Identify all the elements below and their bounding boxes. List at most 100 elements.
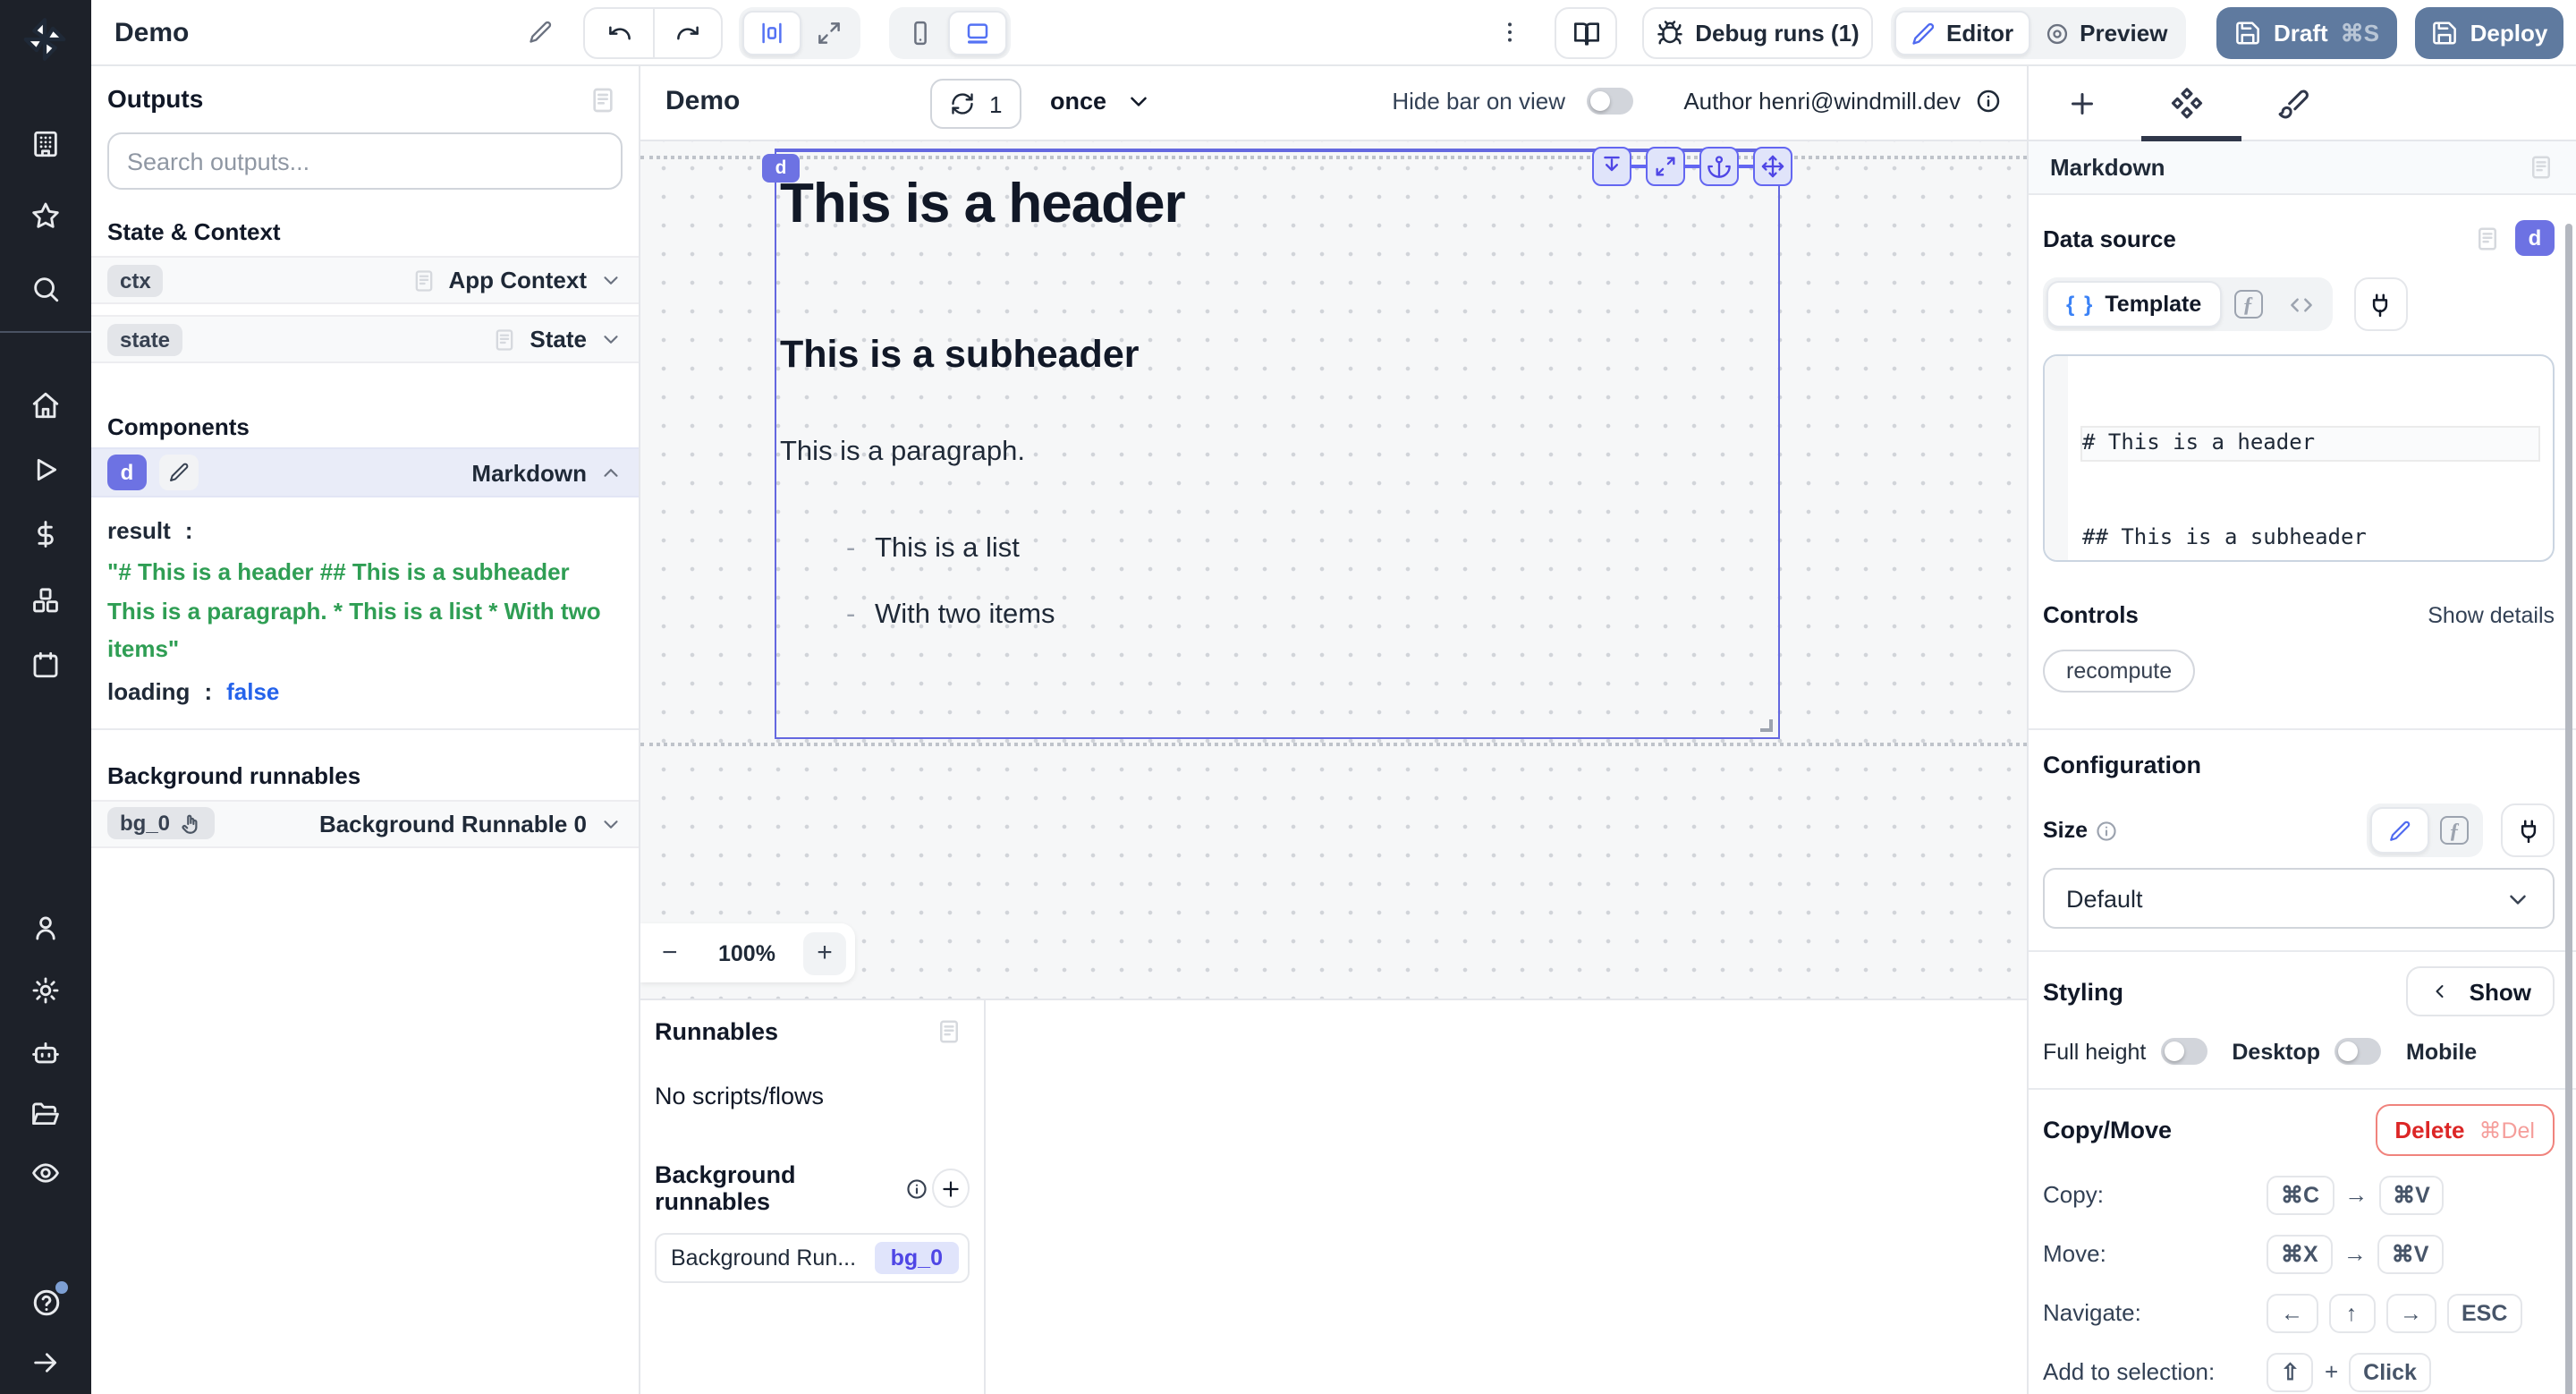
markdown-render: This is a header This is a subheader Thi…	[776, 152, 1778, 648]
fx-mode-button[interactable]: ƒ	[2429, 816, 2479, 845]
markdown-paragraph: This is a paragraph.	[780, 437, 1778, 469]
chevron-up-icon[interactable]	[599, 461, 623, 484]
components-settings-tab[interactable]	[2134, 66, 2240, 140]
search-icon[interactable]	[30, 274, 61, 304]
smartphone-icon[interactable]	[893, 11, 948, 55]
schedule-dropdown[interactable]: once	[1050, 88, 1151, 115]
dollar-icon[interactable]	[30, 519, 61, 549]
debug-runs-label: Debug runs (1)	[1695, 20, 1859, 47]
kebab-menu-icon[interactable]	[1496, 14, 1524, 50]
component-row-markdown[interactable]: d Markdown	[91, 447, 639, 497]
loading-key[interactable]: loading	[107, 677, 190, 704]
bg-runnables-heading: Background runnables	[655, 1161, 899, 1215]
component-id-badge: d	[107, 455, 147, 490]
component-type-bar: Markdown	[2029, 141, 2576, 195]
code-mode-button[interactable]	[2275, 291, 2328, 318]
center-layout-button[interactable]	[742, 11, 801, 55]
tab-preview[interactable]: Preview	[2029, 11, 2182, 55]
play-icon[interactable]	[30, 455, 61, 485]
scrollbar-thumb[interactable]	[2565, 224, 2572, 1394]
template-code-editor[interactable]: # This is a header ## This is a subheade…	[2043, 354, 2555, 562]
background-runnable-row[interactable]: bg_0 Background Runnable 0	[91, 799, 639, 847]
styling-tab[interactable]	[2240, 66, 2345, 140]
output-row-state[interactable]: state State	[91, 315, 639, 363]
debug-runs-button[interactable]: Debug runs (1)	[1642, 7, 1873, 59]
size-label: Size	[2043, 818, 2088, 843]
fx-mode-button[interactable]: ƒ	[2221, 290, 2275, 319]
star-icon[interactable]	[30, 200, 61, 231]
connect-plug-button[interactable]	[2501, 803, 2555, 857]
search-outputs-input[interactable]	[127, 148, 603, 174]
info-icon[interactable]	[1975, 88, 2002, 115]
size-select[interactable]: Default	[2043, 868, 2555, 929]
edit-id-pencil-icon[interactable]	[159, 455, 199, 490]
result-key[interactable]: result	[107, 517, 171, 544]
desktop-icon[interactable]	[948, 11, 1007, 55]
folder-open-icon[interactable]	[30, 1099, 61, 1129]
output-row-ctx[interactable]: ctx App Context	[91, 256, 639, 304]
styling-show-button[interactable]: Show	[2407, 966, 2555, 1016]
plus-icon	[2065, 87, 2097, 119]
resize-handle[interactable]	[1760, 719, 1773, 732]
user-icon[interactable]	[30, 913, 61, 943]
recompute-button[interactable]: recompute	[2043, 650, 2195, 693]
refresh-count-button[interactable]: 1	[930, 79, 1021, 129]
state-badge: state	[107, 323, 182, 355]
markdown-component-selected[interactable]: d This is a header This is a subheader T…	[775, 149, 1780, 739]
windmill-logo[interactable]	[21, 16, 68, 63]
configuration-heading: Configuration	[2043, 752, 2555, 778]
canvas-header: Demo 1 once Hide bar on view Author henr…	[640, 66, 2027, 141]
add-component-tab[interactable]	[2029, 66, 2134, 140]
draft-button[interactable]: Draft ⌘S	[2216, 7, 2397, 59]
anchor-icon[interactable]	[1699, 147, 1739, 186]
search-outputs-field[interactable]	[107, 132, 623, 190]
full-height-toggle[interactable]	[2160, 1038, 2207, 1065]
delete-button[interactable]: Delete ⌘Del	[2375, 1104, 2555, 1156]
key: ↑	[2328, 1293, 2375, 1332]
canvas-grid[interactable]: d This is a header This is a subheader T…	[640, 141, 2027, 999]
building-icon[interactable]	[30, 129, 61, 159]
result-value[interactable]: "# This is a header ## This is a subhead…	[107, 553, 623, 668]
zoom-in-button[interactable]: +	[803, 931, 846, 974]
help-circle-icon[interactable]	[30, 1287, 63, 1319]
bg-runnable-item[interactable]: Background Run... bg_0	[655, 1233, 970, 1283]
copy-move-heading: Copy/Move	[2043, 1117, 2172, 1143]
hide-bar-toggle[interactable]	[1587, 88, 1633, 115]
desktop-toggle[interactable]	[2334, 1038, 2381, 1065]
arrow-right-icon[interactable]	[30, 1347, 61, 1378]
panel-doc-icon[interactable]	[589, 86, 617, 115]
desktop-label: Desktop	[2232, 1039, 2320, 1064]
maximize-icon[interactable]	[1646, 147, 1685, 186]
move-icon[interactable]	[1753, 147, 1792, 186]
docs-book-button[interactable]	[1555, 7, 1617, 59]
key: ⌘C	[2267, 1175, 2334, 1214]
add-runnable-button[interactable]	[933, 1169, 970, 1208]
maximize-canvas-button[interactable]	[801, 11, 857, 55]
template-mode-button[interactable]: { } Template	[2046, 281, 2221, 327]
rename-pencil-icon[interactable]	[528, 20, 553, 45]
chevron-down-icon[interactable]	[599, 812, 623, 835]
background-runnables-heading: Background runnables	[107, 761, 623, 788]
zoom-out-button[interactable]: −	[662, 938, 691, 968]
boxes-icon[interactable]	[30, 585, 61, 616]
panel-doc-icon[interactable]	[936, 1018, 962, 1045]
connect-plug-button[interactable]	[2353, 277, 2407, 331]
template-label: Template	[2105, 292, 2201, 317]
static-mode-button[interactable]	[2370, 807, 2429, 854]
home-icon[interactable]	[30, 390, 61, 421]
bot-icon[interactable]	[30, 1038, 61, 1068]
eye-icon[interactable]	[30, 1158, 61, 1188]
gear-icon[interactable]	[30, 975, 61, 1006]
redo-button[interactable]	[653, 9, 721, 57]
arrow-down-to-line-icon[interactable]	[1592, 147, 1631, 186]
panel-doc-icon[interactable]	[2528, 154, 2555, 181]
key: Click	[2349, 1352, 2431, 1391]
chevron-down-icon[interactable]	[599, 327, 623, 351]
show-details-link[interactable]: Show details	[2428, 602, 2555, 627]
chevron-down-icon[interactable]	[599, 268, 623, 292]
calendar-icon[interactable]	[30, 650, 61, 680]
tab-editor[interactable]: Editor	[1894, 11, 2029, 55]
size-mode-switch: ƒ	[2367, 803, 2483, 857]
deploy-button[interactable]: Deploy	[2415, 7, 2563, 59]
undo-button[interactable]	[585, 9, 653, 57]
